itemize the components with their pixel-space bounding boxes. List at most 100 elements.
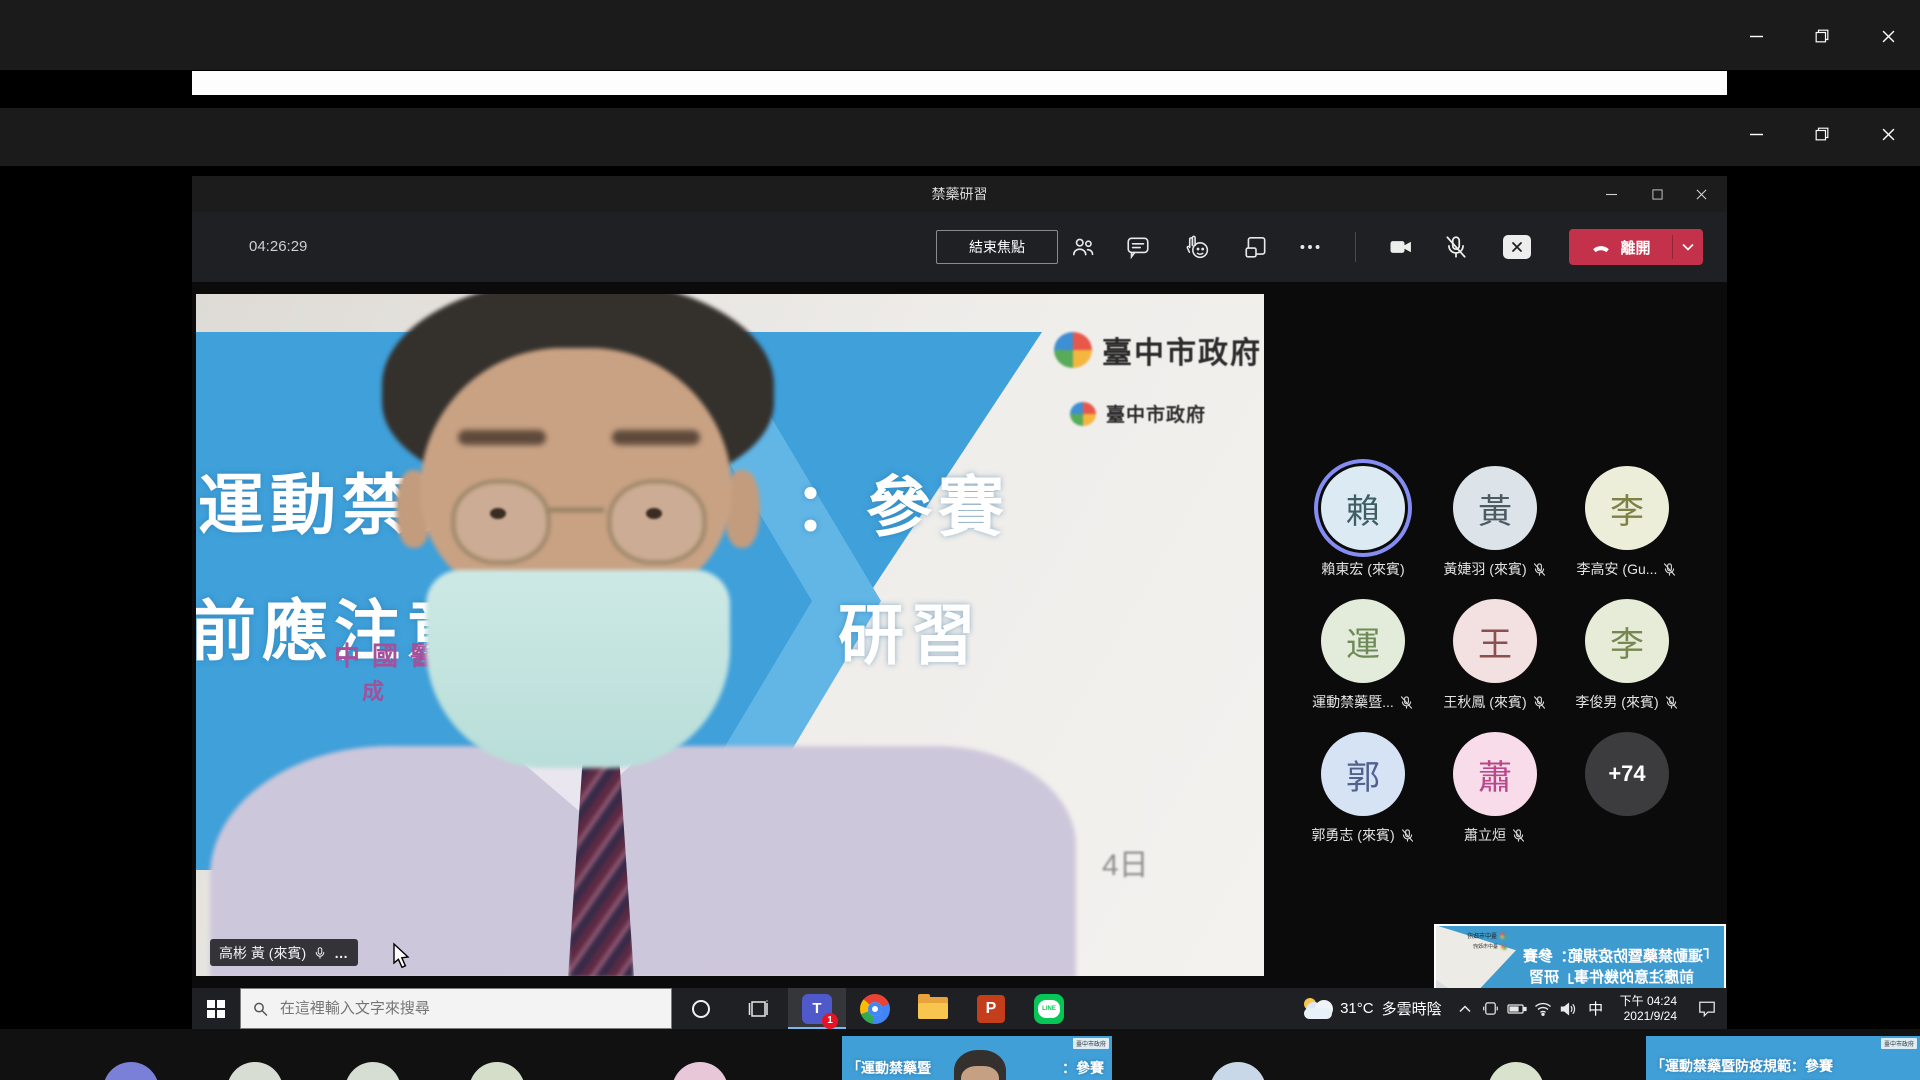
mic-muted-icon[interactable]	[1434, 226, 1478, 268]
participant-name: 賴東宏 (來賓)	[1321, 559, 1404, 579]
end-spotlight-button[interactable]: 結束焦點	[936, 230, 1058, 264]
participant-name: 郭勇志 (來賓)	[1311, 825, 1394, 845]
outer-window-titlebar	[0, 0, 1920, 70]
presenter-face	[420, 348, 732, 604]
battery-tray-icon[interactable]	[1504, 988, 1530, 1029]
explorer-taskbar-button[interactable]	[904, 988, 962, 1029]
chevron-down-icon[interactable]	[1673, 243, 1703, 251]
participant-tile[interactable]: 李 李高安 (Gu...	[1561, 462, 1693, 595]
volume-tray-icon[interactable]	[1556, 988, 1582, 1029]
avatar[interactable]	[469, 1062, 525, 1080]
line-taskbar-button[interactable]: LINE	[1020, 988, 1078, 1029]
avatar[interactable]	[672, 1062, 728, 1080]
slide-title-right-2: 研習	[838, 582, 982, 678]
tray-expand-button[interactable]	[1452, 988, 1478, 1029]
minimize-icon[interactable]	[1734, 20, 1778, 52]
participant-name: 王秋鳳 (來賓)	[1443, 692, 1526, 712]
chevron-up-icon	[1459, 1005, 1471, 1013]
avatar[interactable]	[1210, 1062, 1266, 1080]
action-center-icon	[1698, 1000, 1716, 1017]
toolbar-divider	[1355, 232, 1356, 262]
start-button[interactable]	[192, 988, 240, 1029]
participant-tile[interactable]: 蕭 蕭立烜	[1429, 728, 1561, 861]
close-icon[interactable]	[1866, 20, 1910, 52]
powerpoint-icon: P	[977, 995, 1005, 1023]
leave-label: 離開	[1620, 237, 1650, 258]
teams-titlebar: 禁藥研習	[192, 176, 1727, 212]
participant-tile[interactable]: 李 李俊男 (來賓)	[1561, 595, 1693, 728]
mic-muted-icon	[1532, 695, 1547, 710]
minimize-icon[interactable]	[1734, 118, 1778, 150]
taskbar-search[interactable]	[240, 988, 672, 1029]
secondary-window-titlebar	[0, 108, 1920, 166]
avatar[interactable]	[1488, 1062, 1544, 1080]
participant-tile[interactable]: 王 王秋鳳 (來賓)	[1429, 595, 1561, 728]
stop-sharing-icon[interactable]	[1495, 226, 1539, 268]
main-video[interactable]: 運動禁藥暨 ：參賽 前應注意的 研習 中國醫學 成 臺中市政府 臺中市政府 4日	[196, 294, 1264, 976]
cortana-button[interactable]	[672, 988, 730, 1029]
participant-overflow-tile[interactable]: +74	[1561, 728, 1693, 861]
mic-muted-icon	[1399, 695, 1414, 710]
taskbar-weather[interactable]: 31°C 多雲時陰	[1292, 998, 1452, 1019]
camera-icon[interactable]	[1379, 226, 1423, 268]
avatar[interactable]	[345, 1062, 401, 1080]
meeting-toolbar: 04:26:29 結束焦點	[192, 212, 1727, 283]
participant-tile[interactable]: 郭 郭勇志 (來賓)	[1297, 728, 1429, 861]
glasses-lens	[452, 480, 550, 564]
close-icon[interactable]	[1866, 118, 1910, 150]
more-options-icon[interactable]: …	[334, 945, 349, 961]
participants-grid: 賴 賴東宏 (來賓) 黃 黃婕羽 (來賓) 李 李高安 (Gu... 運 運動禁…	[1297, 462, 1693, 861]
avatar: 王	[1453, 599, 1537, 683]
teams-taskbar-button[interactable]: T 1	[788, 988, 846, 1029]
participant-tile[interactable]: 黃 黃婕羽 (來賓)	[1429, 462, 1561, 595]
chrome-taskbar-button[interactable]	[846, 988, 904, 1029]
restore-icon[interactable]	[1800, 118, 1844, 150]
wifi-tray-icon[interactable]	[1530, 988, 1556, 1029]
presenter-brow	[458, 430, 546, 445]
chat-icon[interactable]	[1116, 226, 1160, 268]
restore-icon[interactable]	[1800, 20, 1844, 52]
chrome-icon	[860, 994, 890, 1024]
participant-tile[interactable]: 賴 賴東宏 (來賓)	[1297, 462, 1429, 595]
participant-name: 黃婕羽 (來賓)	[1443, 559, 1526, 579]
mic-muted-icon	[1400, 828, 1415, 843]
search-icon	[253, 1001, 268, 1017]
search-input[interactable]	[278, 999, 659, 1018]
minimize-icon[interactable]	[1591, 176, 1631, 212]
rotation-lock-icon	[1482, 1000, 1499, 1017]
thumb-slide-text: ：參賽	[1062, 1058, 1104, 1078]
avatar[interactable]	[227, 1062, 283, 1080]
task-view-button[interactable]	[730, 988, 788, 1029]
ime-indicator[interactable]: 中	[1582, 998, 1610, 1019]
taskbar-clock[interactable]: 下午 04:24 2021/9/24	[1610, 994, 1687, 1024]
avatar[interactable]	[103, 1062, 159, 1080]
participant-name: 李高安 (Gu...	[1577, 559, 1658, 579]
rotation-lock-tray-icon[interactable]	[1478, 988, 1504, 1029]
wifi-icon	[1534, 1002, 1552, 1016]
clock-date: 2021/9/24	[1620, 1009, 1677, 1024]
leave-button[interactable]: 離開	[1569, 229, 1703, 265]
close-icon[interactable]	[1681, 176, 1721, 212]
thumb-person-face	[961, 1066, 999, 1080]
participant-tile[interactable]: 運 運動禁藥暨...	[1297, 595, 1429, 728]
speaker-name-label[interactable]: 高彬 黃 (來賓) …	[210, 939, 358, 966]
avatar: 李	[1585, 599, 1669, 683]
notification-badge: 1	[822, 1013, 838, 1029]
mic-muted-icon	[1662, 562, 1677, 577]
more-options-icon[interactable]	[1288, 226, 1332, 268]
video-thumbnail[interactable]: 「運動禁藥暨防疫規範：參賽 前應注意的幾件事」研習 臺中市政府	[1646, 1036, 1920, 1080]
avatar: 黃	[1453, 466, 1537, 550]
teams-meeting-window: 禁藥研習 04:26:29 結束焦點	[192, 176, 1727, 988]
participants-icon[interactable]	[1061, 226, 1105, 268]
breakout-rooms-icon[interactable]	[1234, 226, 1278, 268]
powerpoint-taskbar-button[interactable]: P	[962, 988, 1020, 1029]
raise-hand-icon[interactable]	[1175, 226, 1219, 268]
action-center-button[interactable]	[1687, 988, 1727, 1029]
video-thumbnail[interactable]: 「運動禁藥暨 ：參賽 臺中市政府	[842, 1036, 1112, 1080]
task-view-icon	[747, 997, 771, 1021]
slide-accent-text-2: 成	[362, 674, 384, 706]
weather-cloud-icon	[1302, 1000, 1332, 1018]
meeting-timer: 04:26:29	[249, 238, 307, 255]
maximize-icon[interactable]	[1637, 176, 1677, 212]
window-title: 禁藥研習	[932, 184, 988, 204]
